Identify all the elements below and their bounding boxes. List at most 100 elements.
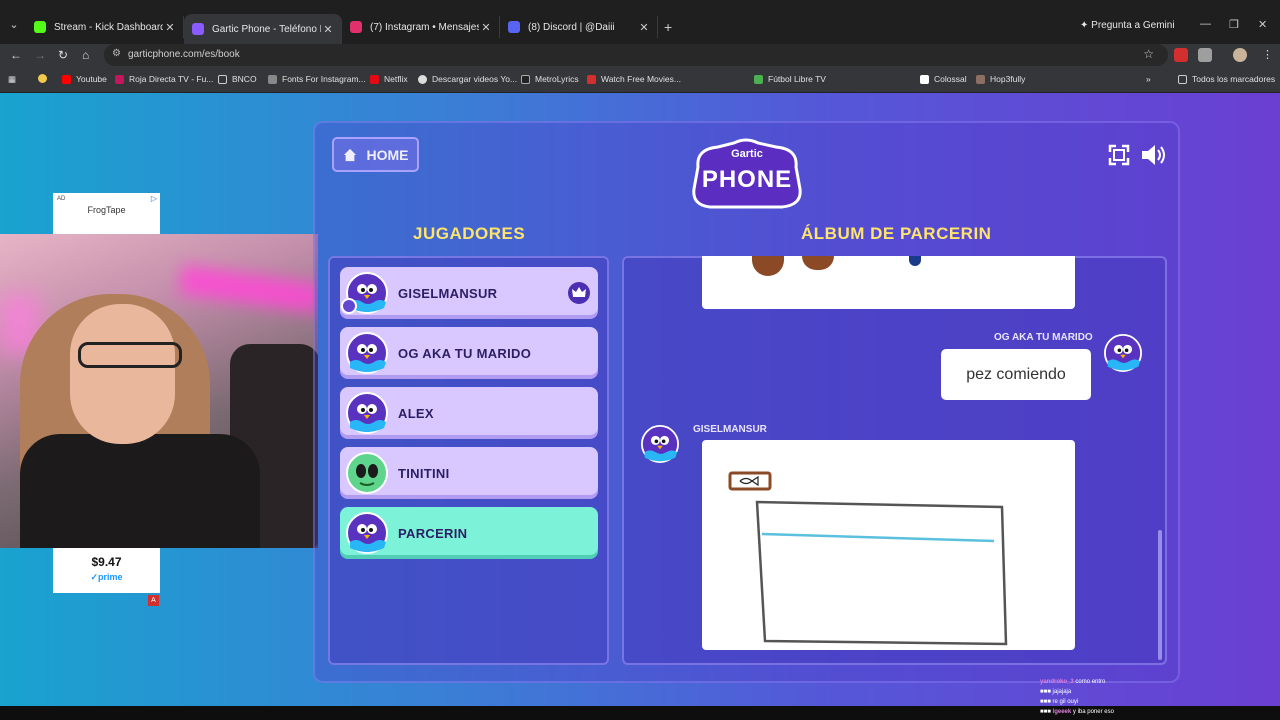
- player-name: ALEX: [398, 405, 434, 421]
- home-button[interactable]: HOME: [332, 137, 419, 172]
- ad-tag: AD: [57, 196, 66, 202]
- player-card-active[interactable]: PARCERIN: [340, 507, 598, 559]
- gemini-label: Pregunta a Gemini: [1091, 20, 1175, 31]
- drawing-card-previous: [702, 256, 1075, 309]
- tab-title: Stream - Kick Dashboard: [54, 21, 163, 33]
- player-card[interactable]: OG AKA TU MARIDO: [340, 327, 598, 379]
- reload-icon[interactable]: ↻: [58, 48, 68, 62]
- back-icon[interactable]: ←: [10, 48, 22, 62]
- player-card[interactable]: TINITINI: [340, 447, 598, 499]
- window-close-icon[interactable]: ✕: [1258, 18, 1267, 31]
- folder-icon: [1178, 74, 1187, 84]
- more-bookmarks-icon[interactable]: »: [1146, 74, 1151, 84]
- chat-user: yandroko_3: [1040, 679, 1074, 685]
- bookmark-movies[interactable]: Watch Free Movies...: [587, 74, 681, 84]
- close-icon[interactable]: ✕: [479, 21, 493, 34]
- site-info-icon[interactable]: ⚙: [112, 48, 121, 59]
- extensions-puzzle-icon[interactable]: [1198, 48, 1212, 62]
- crown-icon: [568, 282, 590, 304]
- menu-kebab-icon[interactable]: ⋮: [1262, 48, 1273, 61]
- purple-bird-avatar: [641, 425, 679, 463]
- browser-tab-bar: ⌄ Stream - Kick Dashboard ✕ Gartic Phone…: [0, 0, 1280, 44]
- address-bar[interactable]: ⚙ garticphone.com/es/book ☆: [104, 44, 1168, 66]
- bookmark-fonts[interactable]: Fonts For Instagram...: [268, 74, 366, 84]
- bookmark-label: BNCO: [232, 74, 257, 84]
- bookmark-colossal[interactable]: Colossal: [920, 74, 967, 84]
- bookmark-label: Todos los marcadores: [1192, 74, 1276, 84]
- bookmark-label: Watch Free Movies...: [601, 74, 681, 84]
- album-scrollbar[interactable]: [1158, 530, 1162, 660]
- profile-avatar[interactable]: [1233, 48, 1247, 62]
- guess-bubble: pez comiendo: [941, 349, 1091, 400]
- logo-sub-text: Gartic: [731, 148, 763, 160]
- tab-gartic[interactable]: Gartic Phone - Teléfono Descon ✕: [184, 14, 342, 44]
- restore-icon[interactable]: ❐: [1229, 18, 1239, 31]
- chat-message: ■■■ jajajaja: [1040, 689, 1072, 695]
- bookmark-futbol[interactable]: Fútbol Libre TV: [754, 74, 826, 84]
- tab-kick[interactable]: Stream - Kick Dashboard ✕: [26, 16, 184, 38]
- emoji-bookmark-icon[interactable]: [38, 74, 52, 83]
- hop3fully-icon: [976, 74, 985, 84]
- tab-discord[interactable]: (8) Discord | @Daiii ✕: [500, 16, 658, 38]
- chat-message: ■■■ lgeeek y iba poner eso: [1040, 709, 1114, 715]
- roja-icon: [115, 74, 124, 84]
- bookmarks-bar: ▦ Youtube Roja Directa TV - Fu... BNCO F…: [0, 68, 1280, 152]
- bookmark-netflix[interactable]: Netflix: [370, 74, 408, 84]
- volume-icon[interactable]: [1140, 143, 1166, 167]
- ad-badge[interactable]: A: [148, 595, 159, 606]
- fullscreen-icon[interactable]: [1108, 144, 1130, 166]
- prime-badge: ✓prime: [90, 572, 123, 582]
- purple-bird-avatar: [346, 332, 388, 374]
- tab-title: (7) Instagram • Mensajes: [370, 21, 479, 33]
- browser-toolbar: ← → ↻ ⌂ ⚙ garticphone.com/es/book ☆: [0, 44, 1280, 68]
- bookmark-star-icon[interactable]: ☆: [1143, 47, 1154, 61]
- glasses: [78, 342, 182, 368]
- chat-text: y iba poner eso: [1072, 709, 1114, 715]
- stream-chat: yandroko_3 como entro ■■■ jajajaja ■■■ r…: [1040, 677, 1180, 717]
- kick-icon: [34, 21, 46, 33]
- chat-message: ■■■ re gil ouyi: [1040, 699, 1079, 705]
- bookmark-roja[interactable]: Roja Directa TV - Fu...: [115, 74, 213, 84]
- minimize-icon[interactable]: —: [1200, 18, 1211, 30]
- logo-main-text: PHONE: [701, 166, 793, 193]
- user-icon: [341, 298, 357, 314]
- folder-icon: [218, 74, 227, 84]
- extension-icon[interactable]: [1174, 48, 1188, 62]
- chat-user: lgeeek: [1052, 709, 1072, 715]
- drawing-card: [702, 440, 1075, 650]
- home-icon[interactable]: ⌂: [82, 48, 89, 62]
- apps-grid-icon[interactable]: ▦: [8, 74, 16, 85]
- house-icon: [343, 148, 356, 161]
- bookmark-descargar[interactable]: Descargar videos Yo...: [418, 74, 517, 84]
- all-bookmarks-folder[interactable]: Todos los marcadores: [1178, 74, 1275, 84]
- close-icon[interactable]: ✕: [321, 23, 335, 36]
- gartic-icon: [192, 23, 204, 35]
- purple-bird-avatar: [1104, 334, 1142, 372]
- bookmark-label: Fútbol Libre TV: [768, 74, 826, 84]
- bookmark-label: Colossal: [934, 74, 967, 84]
- close-icon[interactable]: ✕: [163, 21, 177, 34]
- tab-instagram[interactable]: (7) Instagram • Mensajes ✕: [342, 16, 500, 38]
- bookmark-youtube[interactable]: Youtube: [62, 74, 107, 84]
- gemini-button[interactable]: ✦ Pregunta a Gemini: [1080, 20, 1175, 31]
- bookmark-hop3fully[interactable]: Hop3fully: [976, 74, 1025, 84]
- forward-icon[interactable]: →: [34, 48, 46, 62]
- bookmark-label: Youtube: [76, 74, 107, 84]
- close-icon[interactable]: ✕: [637, 21, 651, 34]
- drawing-fragment: [802, 256, 834, 270]
- new-tab-button[interactable]: +: [664, 19, 672, 35]
- player-card[interactable]: ALEX: [340, 387, 598, 439]
- adchoices-icon[interactable]: ▷: [151, 194, 157, 203]
- player-name: OG AKA TU MARIDO: [398, 345, 532, 361]
- bookmark-bnco[interactable]: BNCO: [218, 74, 257, 84]
- drawing-fragment: [752, 256, 784, 276]
- entry-author: OG AKA TU MARIDO: [994, 332, 1093, 343]
- bookmark-metrolyrics[interactable]: MetroLyrics: [521, 74, 579, 84]
- players-heading: JUGADORES: [413, 224, 526, 243]
- chat-text: como entro: [1075, 679, 1106, 685]
- player-name: GISELMANSUR: [398, 285, 498, 301]
- tab-search-icon[interactable]: ⌄: [6, 18, 22, 34]
- futbol-icon: [754, 74, 763, 84]
- ad-banner-bottom[interactable]: $9.47 ✓prime: [53, 548, 160, 593]
- player-card[interactable]: GISELMANSUR: [340, 267, 598, 319]
